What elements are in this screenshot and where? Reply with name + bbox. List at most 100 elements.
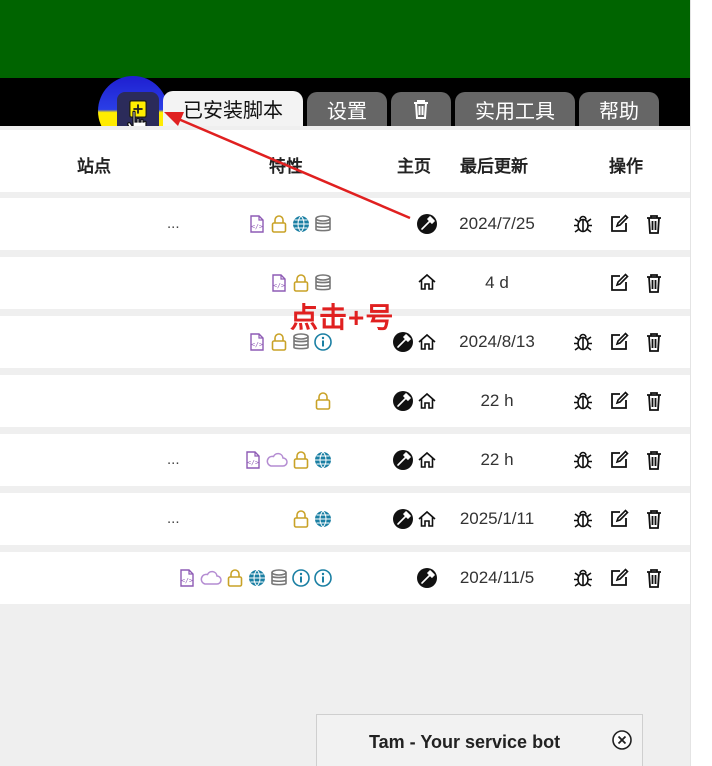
delete-icon[interactable] <box>644 213 664 235</box>
greasyfork-icon[interactable] <box>392 331 414 353</box>
info-icon <box>291 568 311 588</box>
homepage-cell[interactable] <box>416 213 438 235</box>
tab-settings[interactable]: 设置 <box>307 92 387 126</box>
lock-icon <box>225 568 245 588</box>
close-circle-icon[interactable] <box>611 729 633 751</box>
tab-utilities[interactable]: 实用工具 <box>455 92 575 126</box>
site-overflow[interactable]: ... <box>167 451 180 468</box>
delete-icon[interactable] <box>644 508 664 530</box>
last-updated: 2025/1/11 <box>459 509 535 528</box>
tab-utilities-label: 实用工具 <box>475 100 555 123</box>
homepage-cell[interactable] <box>416 272 438 292</box>
file-code-icon: </> <box>247 332 267 352</box>
column-header-updated[interactable]: 最后更新 <box>460 152 528 177</box>
edit-icon[interactable] <box>608 390 630 412</box>
annotation-text: 点击+号 <box>290 302 395 333</box>
edit-icon[interactable] <box>608 213 630 235</box>
homepage-cell[interactable] <box>392 508 438 530</box>
app-header-bar <box>0 0 690 78</box>
actions-cell <box>572 213 664 235</box>
tab-help[interactable]: 帮助 <box>579 92 659 126</box>
homepage-cell[interactable] <box>392 390 438 412</box>
lock-icon <box>313 391 333 411</box>
features-cell: </> <box>177 568 333 588</box>
delete-icon[interactable] <box>644 390 664 412</box>
edit-icon[interactable] <box>608 508 630 530</box>
site-overflow[interactable]: ... <box>167 510 180 527</box>
greasyfork-icon[interactable] <box>392 449 414 471</box>
bug-icon[interactable] <box>572 331 594 353</box>
edit-icon[interactable] <box>608 272 630 294</box>
svg-text:</>: </> <box>247 459 259 467</box>
last-updated: 4 d <box>485 273 509 292</box>
globe-icon <box>313 509 333 529</box>
delete-icon[interactable] <box>644 567 664 589</box>
last-updated: 2024/7/25 <box>459 214 535 233</box>
greasyfork-icon[interactable] <box>392 390 414 412</box>
greasyfork-icon[interactable] <box>416 213 438 235</box>
home-icon[interactable] <box>416 272 438 292</box>
last-updated: 2024/8/13 <box>459 332 535 351</box>
homepage-cell[interactable] <box>392 449 438 471</box>
actions-cell <box>572 449 664 471</box>
file-code-icon: </> <box>269 273 289 293</box>
home-icon[interactable] <box>416 509 438 529</box>
tab-installed-label: 已安装脚本 <box>183 100 283 122</box>
home-icon[interactable] <box>416 391 438 411</box>
globe-icon <box>291 214 311 234</box>
homepage-cell[interactable] <box>416 567 438 589</box>
actions-cell <box>572 331 664 353</box>
info-icon <box>313 568 333 588</box>
site-overflow[interactable]: ... <box>167 215 180 232</box>
window-edge <box>690 0 712 766</box>
delete-icon[interactable] <box>644 272 664 294</box>
svg-text:</>: </> <box>273 282 285 290</box>
bug-icon[interactable] <box>572 508 594 530</box>
last-updated: 2024/11/5 <box>459 568 535 587</box>
greasyfork-icon[interactable] <box>392 508 414 530</box>
svg-text:</>: </> <box>251 223 263 231</box>
cloud-icon <box>265 450 289 470</box>
actions-cell <box>608 272 664 294</box>
bug-icon[interactable] <box>572 449 594 471</box>
database-icon <box>313 273 333 293</box>
column-header-site[interactable]: 站点 <box>77 152 111 177</box>
homepage-cell[interactable] <box>392 331 438 353</box>
home-icon[interactable] <box>416 450 438 470</box>
features-cell: </> <box>269 273 333 293</box>
column-header-actions: 操作 <box>609 157 643 176</box>
cloud-icon <box>199 568 223 588</box>
tab-help-label: 帮助 <box>599 100 639 123</box>
tab-trash[interactable] <box>391 92 451 126</box>
features-cell: </> <box>243 450 333 470</box>
edit-icon[interactable] <box>608 567 630 589</box>
lock-icon <box>291 509 311 529</box>
edit-icon[interactable] <box>608 331 630 353</box>
bug-icon[interactable] <box>572 213 594 235</box>
file-code-icon: </> <box>247 214 267 234</box>
file-code-icon: </> <box>177 568 197 588</box>
globe-icon <box>247 568 267 588</box>
lock-icon <box>291 450 311 470</box>
file-code-icon: </> <box>243 450 263 470</box>
actions-cell <box>572 390 664 412</box>
service-bot-panel[interactable]: Tam - Your service bot <box>316 714 643 766</box>
database-icon <box>269 568 289 588</box>
column-header-features[interactable]: 特性 <box>269 152 303 177</box>
greasyfork-icon[interactable] <box>416 567 438 589</box>
bug-icon[interactable] <box>572 390 594 412</box>
features-cell <box>313 391 333 411</box>
features-cell: </> <box>247 214 333 234</box>
actions-cell <box>572 508 664 530</box>
column-header-homepage[interactable]: 主页 <box>397 152 431 177</box>
tab-settings-label: 设置 <box>327 100 367 123</box>
last-updated: 22 h <box>480 391 514 410</box>
home-icon[interactable] <box>416 332 438 352</box>
delete-icon[interactable] <box>644 449 664 471</box>
bug-icon[interactable] <box>572 567 594 589</box>
delete-icon[interactable] <box>644 331 664 353</box>
edit-icon[interactable] <box>608 449 630 471</box>
svg-text:</>: </> <box>181 577 193 585</box>
database-icon <box>313 214 333 234</box>
tab-installed-scripts[interactable]: 已安装脚本 <box>163 91 303 126</box>
